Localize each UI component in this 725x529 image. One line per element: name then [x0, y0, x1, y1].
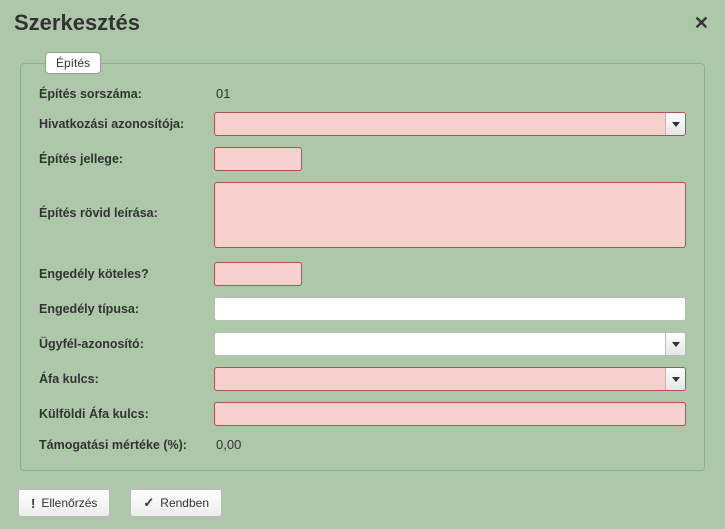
ok-button-label: Rendben	[160, 496, 209, 510]
label-permit: Engedély köteles?	[39, 267, 214, 281]
close-icon[interactable]: ✕	[692, 13, 711, 34]
label-desc: Építés rövid leírása:	[39, 182, 214, 220]
chevron-down-icon	[672, 122, 680, 127]
check-icon: ✓	[143, 495, 154, 511]
value-support: 0,00	[214, 437, 686, 452]
label-support: Támogatási mértéke (%):	[39, 438, 214, 452]
client-id-input[interactable]	[215, 333, 665, 355]
type-input[interactable]	[215, 148, 302, 170]
check-button-label: Ellenőrzés	[41, 496, 97, 510]
dialog-title: Szerkesztés	[14, 10, 140, 36]
check-button[interactable]: ! Ellenőrzés	[18, 489, 110, 517]
label-type: Építés jellege:	[39, 152, 214, 166]
chevron-down-icon	[672, 342, 680, 347]
client-id-dropdown-button[interactable]	[665, 333, 685, 355]
label-ref: Hivatkozási azonosítója:	[39, 117, 214, 131]
label-foreign-vat: Külföldi Áfa kulcs:	[39, 407, 214, 421]
fieldset-legend: Építés	[45, 52, 101, 74]
label-seq: Építés sorszáma:	[39, 87, 214, 101]
chevron-down-icon	[672, 377, 680, 382]
exclamation-icon: !	[31, 496, 35, 511]
permit-select[interactable]	[214, 262, 302, 286]
label-vat: Áfa kulcs:	[39, 372, 214, 386]
vat-input[interactable]	[215, 368, 665, 390]
epites-fieldset: Építés Építés sorszáma: 01 Hivatkozási a…	[20, 52, 705, 471]
ref-dropdown-button[interactable]	[665, 113, 685, 135]
value-seq: 01	[214, 86, 686, 101]
type-select[interactable]	[214, 147, 302, 171]
dialog-header: Szerkesztés ✕	[0, 0, 725, 44]
foreign-vat-input[interactable]	[214, 402, 686, 426]
ref-input[interactable]	[215, 113, 665, 135]
permit-type-input[interactable]	[214, 297, 686, 321]
client-id-select[interactable]	[214, 332, 686, 356]
label-client-id: Ügyfél-azonosító:	[39, 337, 214, 351]
dialog-footer: ! Ellenőrzés ✓ Rendben	[0, 483, 725, 529]
label-permit-type: Engedély típusa:	[39, 302, 214, 316]
vat-select[interactable]	[214, 367, 686, 391]
ref-select[interactable]	[214, 112, 686, 136]
desc-textarea[interactable]	[214, 182, 686, 248]
permit-input[interactable]	[215, 263, 302, 285]
vat-dropdown-button[interactable]	[665, 368, 685, 390]
ok-button[interactable]: ✓ Rendben	[130, 489, 222, 517]
